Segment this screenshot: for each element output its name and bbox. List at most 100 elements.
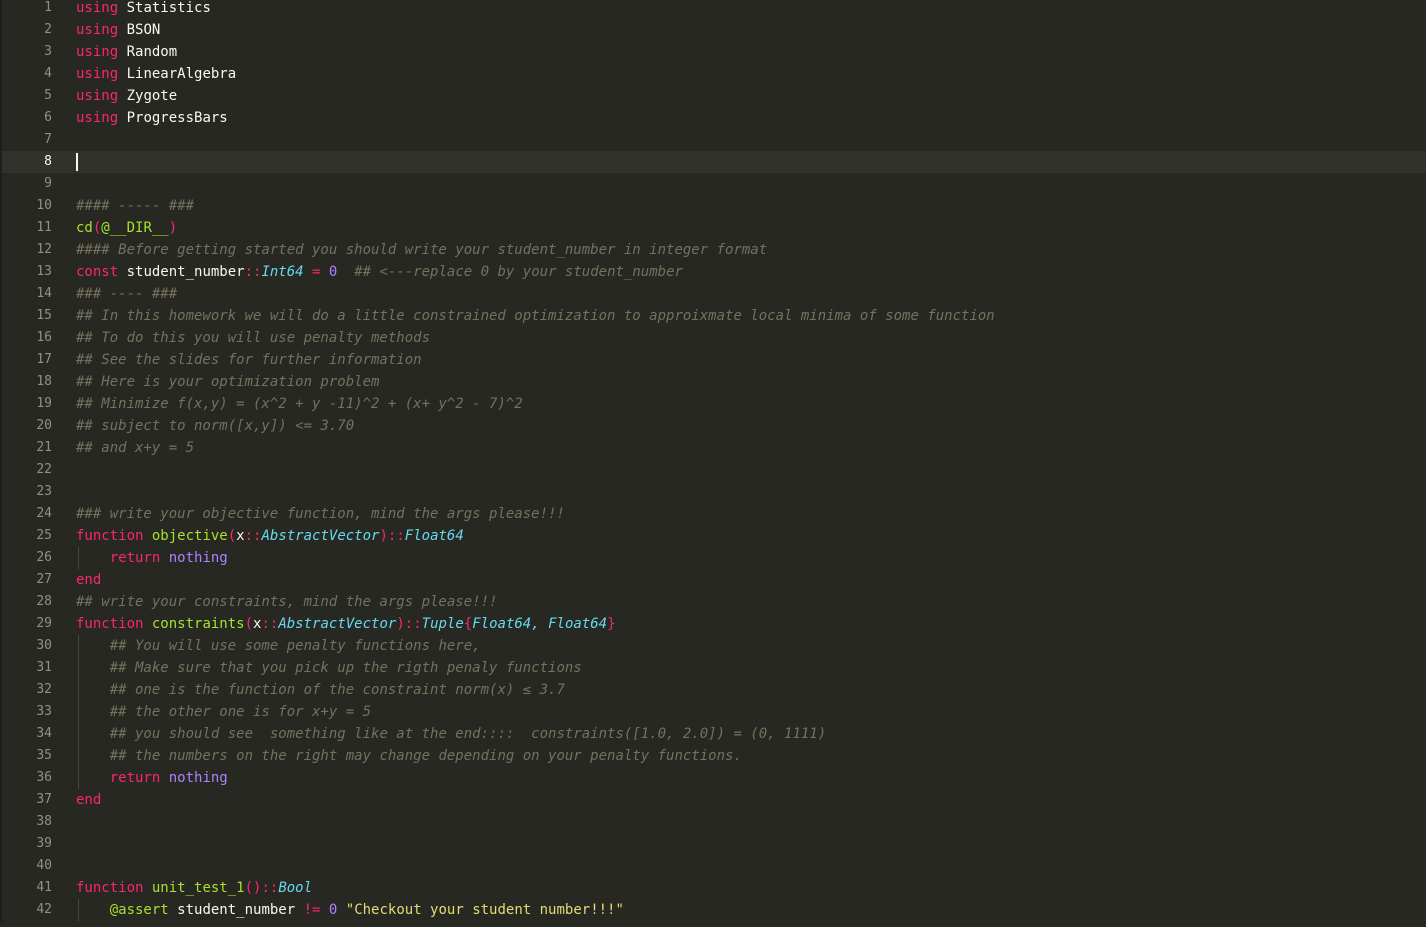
code-token: ### write your objective function, mind … <box>76 506 565 522</box>
code-line[interactable]: 39 <box>0 833 1426 855</box>
code-token: AbstractVector <box>261 528 380 544</box>
code-token: Float64, Float64 <box>472 616 608 632</box>
code-line[interactable]: 33 ## the other one is for x+y = 5 <box>0 701 1426 723</box>
line-number: 41 <box>36 880 52 895</box>
line-code: ### write your objective function, mind … <box>76 503 565 525</box>
code-token: x <box>236 528 245 544</box>
code-line[interactable]: 5 using Zygote <box>0 85 1426 107</box>
code-line[interactable]: 1 using Statistics <box>0 0 1426 19</box>
code-line[interactable]: 29 function constraints(x::AbstractVector… <box>0 613 1426 635</box>
code-line[interactable]: 12 #### Before getting started you should… <box>0 239 1426 261</box>
line-code: ### ---- ### <box>76 283 177 305</box>
code-line[interactable]: 9 <box>0 173 1426 195</box>
code-line[interactable]: 35 ## the numbers on the right may chang… <box>0 745 1426 767</box>
code-line[interactable]: 22 <box>0 459 1426 481</box>
code-line[interactable]: 15 ## In this homework we will do a littl… <box>0 305 1426 327</box>
code-token: using <box>76 0 119 16</box>
code-token: const <box>76 264 119 280</box>
code-line[interactable]: 21 ## and x+y = 5 <box>0 437 1426 459</box>
line-number: 30 <box>36 638 52 653</box>
code-token: Random <box>118 44 178 60</box>
code-line[interactable]: 10 #### ----- ### <box>0 195 1426 217</box>
line-code: ## In this homework we will do a little … <box>76 305 995 327</box>
code-token: end <box>76 572 102 588</box>
code-line[interactable]: 34 ## you should see something like at t… <box>0 723 1426 745</box>
code-line[interactable]: 4 using LinearAlgebra <box>0 63 1426 85</box>
line-code: function unit_test_1()::Bool <box>76 877 312 899</box>
line-number: 14 <box>36 286 52 301</box>
code-line[interactable]: 42 @assert student_number != 0 "Checkout… <box>0 899 1426 921</box>
code-line[interactable]: 24 ### write your objective function, min… <box>0 503 1426 525</box>
line-number: 42 <box>36 902 52 917</box>
code-line[interactable]: 3 using Random <box>0 41 1426 63</box>
code-token: ## one is the function of the constraint… <box>109 682 565 698</box>
code-line[interactable]: 18 ## Here is your optimization problem <box>0 371 1426 393</box>
line-number: 25 <box>36 528 52 543</box>
code-line[interactable]: 17 ## See the slides for further informat… <box>0 349 1426 371</box>
code-line[interactable]: 37 end <box>0 789 1426 811</box>
code-token: Float64 <box>404 528 464 544</box>
code-token: ## write your constraints, mind the args… <box>76 594 498 610</box>
code-line[interactable]: 14 ### ---- ### <box>0 283 1426 305</box>
line-number: 34 <box>36 726 52 741</box>
code-line[interactable]: 16 ## To do this you will use penalty met… <box>0 327 1426 349</box>
code-token: Zygote <box>118 88 178 104</box>
code-line[interactable]: 28 ## write your constraints, mind the ar… <box>0 591 1426 613</box>
code-line[interactable]: 30 ## You will use some penalty function… <box>0 635 1426 657</box>
code-line[interactable]: 40 <box>0 855 1426 877</box>
code-line[interactable]: 36 return nothing <box>0 767 1426 789</box>
code-line[interactable]: 2 using BSON <box>0 19 1426 41</box>
line-number: 28 <box>36 594 52 609</box>
code-token: objective <box>143 528 228 544</box>
code-token: Bool <box>278 880 313 896</box>
code-token: ## <---replace 0 by your student_number <box>354 264 683 280</box>
code-line[interactable]: 6 using ProgressBars <box>0 107 1426 129</box>
code-line[interactable]: 7 <box>0 129 1426 151</box>
code-line[interactable]: 8 <box>0 151 1426 173</box>
code-line[interactable]: 19 ## Minimize f(x,y) = (x^2 + y -11)^2 +… <box>0 393 1426 415</box>
code-line[interactable]: 13 const student_number::Int64 = 0 ## <--… <box>0 261 1426 283</box>
code-line[interactable]: 26 return nothing <box>0 547 1426 569</box>
line-code: ## you should see something like at the … <box>76 723 826 745</box>
code-token: using <box>76 110 119 126</box>
code-line[interactable]: 27 end <box>0 569 1426 591</box>
code-token: cd <box>76 220 93 236</box>
line-code: ## subject to norm([x,y]) <= 3.70 <box>76 415 354 437</box>
code-line[interactable]: 20 ## subject to norm([x,y]) <= 3.70 <box>0 415 1426 437</box>
code-line[interactable]: 23 <box>0 481 1426 503</box>
line-code: function objective(x::AbstractVector)::F… <box>76 525 464 547</box>
line-code: ## Minimize f(x,y) = (x^2 + y -11)^2 + (… <box>76 393 523 415</box>
code-line[interactable]: 25 function objective(x::AbstractVector):… <box>0 525 1426 547</box>
line-number: 38 <box>36 814 52 829</box>
code-token: return <box>76 550 161 566</box>
line-code: using Statistics <box>76 0 211 19</box>
code-editor[interactable]: 1 using Statistics 2 using BSON 3 using Rando… <box>0 0 1426 927</box>
code-token: ### ---- ### <box>76 286 178 302</box>
code-line[interactable]: 11 cd(@__DIR__) <box>0 217 1426 239</box>
line-code: ## the numbers on the right may change d… <box>76 745 742 767</box>
code-token: ## Minimize f(x,y) = (x^2 + y -11)^2 + (… <box>76 396 523 412</box>
code-token: BSON <box>118 22 161 38</box>
code-token: Statistics <box>118 0 211 16</box>
code-line[interactable]: 41 function unit_test_1()::Bool <box>0 877 1426 899</box>
code-token: #### Before getting started you should w… <box>76 242 768 258</box>
line-number: 9 <box>44 176 52 191</box>
code-line[interactable]: 31 ## Make sure that you pick up the rig… <box>0 657 1426 679</box>
line-number: 27 <box>36 572 52 587</box>
code-token: :: <box>387 528 405 544</box>
code-line[interactable]: 32 ## one is the function of the constra… <box>0 679 1426 701</box>
line-number: 35 <box>36 748 52 763</box>
line-code: ## You will use some penalty functions h… <box>76 635 481 657</box>
line-number: 6 <box>44 110 52 125</box>
code-token: ## and x+y = 5 <box>76 440 195 456</box>
line-code: end <box>76 789 101 811</box>
code-line[interactable]: 38 <box>0 811 1426 833</box>
line-number: 37 <box>36 792 52 807</box>
code-token: ## You will use some penalty functions h… <box>109 638 481 654</box>
code-token: ProgressBars <box>118 110 228 126</box>
